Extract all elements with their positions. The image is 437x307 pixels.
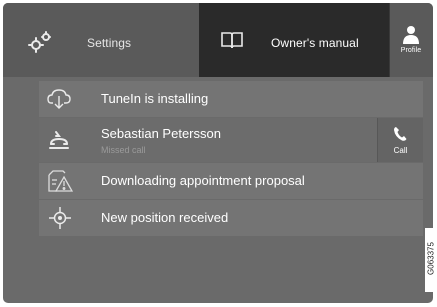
notification-item-tunein[interactable]: TuneIn is installing bbox=[39, 81, 423, 117]
notification-text: Downloading appointment proposal bbox=[101, 173, 305, 188]
tab-owners-manual[interactable]: Owner's manual bbox=[199, 3, 389, 77]
gear-icon bbox=[27, 31, 53, 58]
book-icon bbox=[221, 31, 243, 54]
cloud-download-icon bbox=[47, 89, 71, 114]
top-bar: Settings Owner's manual Profile bbox=[3, 3, 433, 77]
call-button-label: Call bbox=[393, 146, 408, 155]
call-button[interactable]: Call bbox=[377, 118, 423, 162]
tab-settings-label: Settings bbox=[87, 36, 132, 50]
tab-profile[interactable]: Profile bbox=[389, 3, 433, 77]
position-target-icon bbox=[47, 206, 73, 235]
tab-profile-label: Profile bbox=[400, 47, 422, 54]
notification-item-position[interactable]: New position received bbox=[39, 200, 423, 236]
reference-code-text: G063375 bbox=[426, 242, 436, 275]
missed-call-icon bbox=[47, 130, 71, 155]
notification-text: New position received bbox=[101, 210, 229, 225]
tab-owners-manual-label: Owner's manual bbox=[271, 36, 359, 50]
call-status: Missed call bbox=[101, 145, 146, 155]
appointment-warning-icon bbox=[47, 169, 74, 198]
notification-text: TuneIn is installing bbox=[101, 91, 209, 106]
phone-icon bbox=[393, 126, 407, 147]
notification-item-missed-call[interactable]: Sebastian Petersson Missed call Call bbox=[39, 118, 423, 162]
notification-item-appointment[interactable]: Downloading appointment proposal bbox=[39, 163, 423, 199]
reference-code: G063375 bbox=[425, 228, 437, 292]
tab-settings[interactable]: Settings bbox=[3, 3, 199, 77]
caller-name: Sebastian Petersson bbox=[101, 126, 221, 141]
screen-frame: Settings Owner's manual Profile TuneIn i… bbox=[3, 3, 433, 303]
notification-list: TuneIn is installing Sebastian Petersson… bbox=[39, 81, 423, 237]
